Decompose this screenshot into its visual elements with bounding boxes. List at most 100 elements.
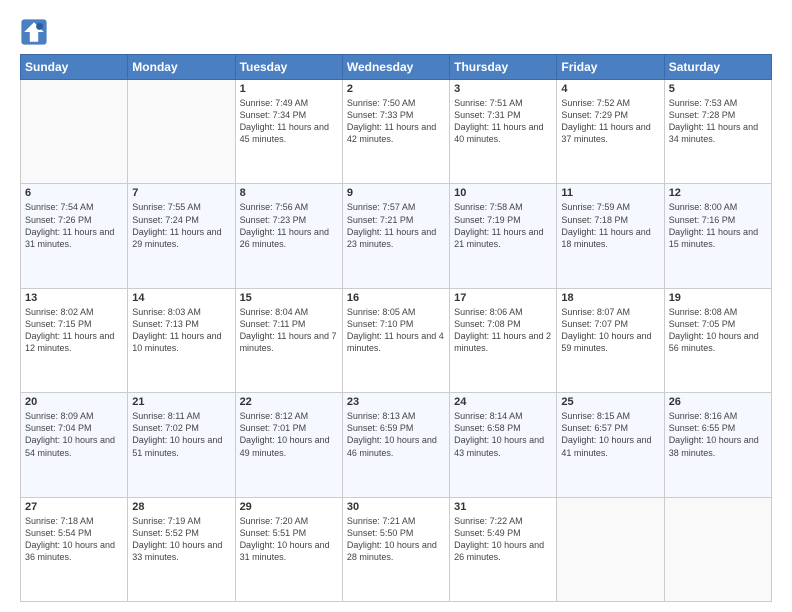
day-number: 16: [347, 292, 445, 304]
day-info: Sunrise: 7:52 AM Sunset: 7:29 PM Dayligh…: [561, 97, 659, 146]
day-info: Sunrise: 7:56 AM Sunset: 7:23 PM Dayligh…: [240, 201, 338, 250]
weekday-header-cell: Friday: [557, 55, 664, 80]
day-number: 23: [347, 396, 445, 408]
day-info: Sunrise: 8:07 AM Sunset: 7:07 PM Dayligh…: [561, 306, 659, 355]
day-number: 4: [561, 83, 659, 95]
day-info: Sunrise: 7:55 AM Sunset: 7:24 PM Dayligh…: [132, 201, 230, 250]
calendar-day-cell: 30 Sunrise: 7:21 AM Sunset: 5:50 PM Dayli…: [342, 497, 449, 601]
day-number: 31: [454, 501, 552, 513]
day-number: 13: [25, 292, 123, 304]
day-number: 21: [132, 396, 230, 408]
day-info: Sunrise: 8:05 AM Sunset: 7:10 PM Dayligh…: [347, 306, 445, 355]
day-number: 20: [25, 396, 123, 408]
weekday-header-row: SundayMondayTuesdayWednesdayThursdayFrid…: [21, 55, 772, 80]
calendar-day-cell: 1 Sunrise: 7:49 AM Sunset: 7:34 PM Daylig…: [235, 80, 342, 184]
day-number: 1: [240, 83, 338, 95]
calendar-day-cell: 24 Sunrise: 8:14 AM Sunset: 6:58 PM Dayli…: [450, 393, 557, 497]
day-info: Sunrise: 7:58 AM Sunset: 7:19 PM Dayligh…: [454, 201, 552, 250]
day-info: Sunrise: 7:50 AM Sunset: 7:33 PM Dayligh…: [347, 97, 445, 146]
calendar-day-cell: 6Sunrise: 7:54 AM Sunset: 7:26 PM Daylig…: [21, 184, 128, 288]
calendar-day-cell: 4 Sunrise: 7:52 AM Sunset: 7:29 PM Daylig…: [557, 80, 664, 184]
day-number: 11: [561, 187, 659, 199]
day-number: 19: [669, 292, 767, 304]
logo-icon: [20, 18, 48, 46]
calendar-week-row: 1 Sunrise: 7:49 AM Sunset: 7:34 PM Daylig…: [21, 80, 772, 184]
day-info: Sunrise: 8:15 AM Sunset: 6:57 PM Dayligh…: [561, 410, 659, 459]
day-number: 26: [669, 396, 767, 408]
header: [20, 18, 772, 46]
day-number: 22: [240, 396, 338, 408]
calendar-day-cell: [128, 80, 235, 184]
day-info: Sunrise: 8:02 AM Sunset: 7:15 PM Dayligh…: [25, 306, 123, 355]
weekday-header-cell: Sunday: [21, 55, 128, 80]
calendar-day-cell: 14 Sunrise: 8:03 AM Sunset: 7:13 PM Dayli…: [128, 288, 235, 392]
day-info: Sunrise: 7:57 AM Sunset: 7:21 PM Dayligh…: [347, 201, 445, 250]
day-info: Sunrise: 7:51 AM Sunset: 7:31 PM Dayligh…: [454, 97, 552, 146]
calendar-day-cell: 26Sunrise: 8:16 AM Sunset: 6:55 PM Dayli…: [664, 393, 771, 497]
day-info: Sunrise: 7:21 AM Sunset: 5:50 PM Dayligh…: [347, 515, 445, 564]
calendar-day-cell: [21, 80, 128, 184]
weekday-header-cell: Monday: [128, 55, 235, 80]
calendar-day-cell: [557, 497, 664, 601]
day-number: 18: [561, 292, 659, 304]
day-number: 27: [25, 501, 123, 513]
day-info: Sunrise: 8:11 AM Sunset: 7:02 PM Dayligh…: [132, 410, 230, 459]
day-info: Sunrise: 7:19 AM Sunset: 5:52 PM Dayligh…: [132, 515, 230, 564]
day-number: 14: [132, 292, 230, 304]
calendar-day-cell: 13 Sunrise: 8:02 AM Sunset: 7:15 PM Dayli…: [21, 288, 128, 392]
calendar-body: 1 Sunrise: 7:49 AM Sunset: 7:34 PM Daylig…: [21, 80, 772, 602]
day-number: 7: [132, 187, 230, 199]
day-number: 10: [454, 187, 552, 199]
day-number: 12: [669, 187, 767, 199]
day-number: 17: [454, 292, 552, 304]
day-info: Sunrise: 8:09 AM Sunset: 7:04 PM Dayligh…: [25, 410, 123, 459]
calendar-day-cell: [664, 497, 771, 601]
day-info: Sunrise: 8:12 AM Sunset: 7:01 PM Dayligh…: [240, 410, 338, 459]
day-info: Sunrise: 7:18 AM Sunset: 5:54 PM Dayligh…: [25, 515, 123, 564]
calendar-day-cell: 10 Sunrise: 7:58 AM Sunset: 7:19 PM Dayli…: [450, 184, 557, 288]
calendar-day-cell: 2 Sunrise: 7:50 AM Sunset: 7:33 PM Daylig…: [342, 80, 449, 184]
weekday-header-cell: Wednesday: [342, 55, 449, 80]
day-number: 24: [454, 396, 552, 408]
calendar-week-row: 13 Sunrise: 8:02 AM Sunset: 7:15 PM Dayli…: [21, 288, 772, 392]
calendar-day-cell: 21 Sunrise: 8:11 AM Sunset: 7:02 PM Dayli…: [128, 393, 235, 497]
day-number: 30: [347, 501, 445, 513]
calendar-week-row: 20 Sunrise: 8:09 AM Sunset: 7:04 PM Dayli…: [21, 393, 772, 497]
day-info: Sunrise: 7:53 AM Sunset: 7:28 PM Dayligh…: [669, 97, 767, 146]
day-info: Sunrise: 8:14 AM Sunset: 6:58 PM Dayligh…: [454, 410, 552, 459]
day-info: Sunrise: 7:49 AM Sunset: 7:34 PM Dayligh…: [240, 97, 338, 146]
weekday-header-cell: Thursday: [450, 55, 557, 80]
calendar-week-row: 6Sunrise: 7:54 AM Sunset: 7:26 PM Daylig…: [21, 184, 772, 288]
day-info: Sunrise: 8:00 AM Sunset: 7:16 PM Dayligh…: [669, 201, 767, 250]
calendar-day-cell: 27 Sunrise: 7:18 AM Sunset: 5:54 PM Dayli…: [21, 497, 128, 601]
day-number: 2: [347, 83, 445, 95]
day-number: 29: [240, 501, 338, 513]
day-number: 9: [347, 187, 445, 199]
day-number: 28: [132, 501, 230, 513]
calendar-day-cell: 19 Sunrise: 8:08 AM Sunset: 7:05 PM Dayli…: [664, 288, 771, 392]
day-info: Sunrise: 7:54 AM Sunset: 7:26 PM Dayligh…: [25, 201, 123, 250]
day-number: 25: [561, 396, 659, 408]
day-info: Sunrise: 7:59 AM Sunset: 7:18 PM Dayligh…: [561, 201, 659, 250]
day-info: Sunrise: 8:06 AM Sunset: 7:08 PM Dayligh…: [454, 306, 552, 355]
calendar-day-cell: 15 Sunrise: 8:04 AM Sunset: 7:11 PM Dayli…: [235, 288, 342, 392]
calendar-day-cell: 18 Sunrise: 8:07 AM Sunset: 7:07 PM Dayli…: [557, 288, 664, 392]
calendar-day-cell: 16 Sunrise: 8:05 AM Sunset: 7:10 PM Dayli…: [342, 288, 449, 392]
logo: [20, 18, 52, 46]
calendar-day-cell: 7 Sunrise: 7:55 AM Sunset: 7:24 PM Daylig…: [128, 184, 235, 288]
calendar-day-cell: 8Sunrise: 7:56 AM Sunset: 7:23 PM Daylig…: [235, 184, 342, 288]
day-info: Sunrise: 7:22 AM Sunset: 5:49 PM Dayligh…: [454, 515, 552, 564]
calendar-day-cell: 28 Sunrise: 7:19 AM Sunset: 5:52 PM Dayli…: [128, 497, 235, 601]
weekday-header-cell: Saturday: [664, 55, 771, 80]
calendar-table: SundayMondayTuesdayWednesdayThursdayFrid…: [20, 54, 772, 602]
day-info: Sunrise: 8:13 AM Sunset: 6:59 PM Dayligh…: [347, 410, 445, 459]
day-info: Sunrise: 8:03 AM Sunset: 7:13 PM Dayligh…: [132, 306, 230, 355]
day-info: Sunrise: 8:04 AM Sunset: 7:11 PM Dayligh…: [240, 306, 338, 355]
day-number: 3: [454, 83, 552, 95]
day-info: Sunrise: 8:08 AM Sunset: 7:05 PM Dayligh…: [669, 306, 767, 355]
page: SundayMondayTuesdayWednesdayThursdayFrid…: [0, 0, 792, 612]
weekday-header-cell: Tuesday: [235, 55, 342, 80]
day-number: 5: [669, 83, 767, 95]
day-number: 15: [240, 292, 338, 304]
calendar-day-cell: 25 Sunrise: 8:15 AM Sunset: 6:57 PM Dayli…: [557, 393, 664, 497]
